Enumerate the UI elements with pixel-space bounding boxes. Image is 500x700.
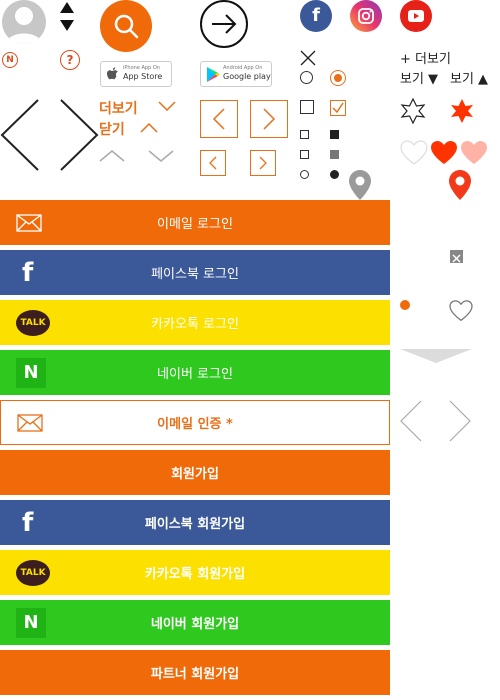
naver-n-icon-2: N xyxy=(16,607,46,638)
checkmark-icon xyxy=(332,102,344,114)
kakao-signup-label: 카카오톡 회원가입 xyxy=(144,567,246,582)
radio-unchecked[interactable] xyxy=(300,71,313,84)
instagram-glyph-icon xyxy=(358,8,374,24)
sort-up-icon[interactable] xyxy=(60,2,74,13)
facebook-signup-label: 페이스북 회원가입 xyxy=(144,517,246,532)
envelope-orange-icon xyxy=(17,413,43,432)
small-radio-checked[interactable] xyxy=(330,170,339,179)
partner-signup-button[interactable]: 파트너 회원가입 xyxy=(0,650,390,695)
kakao-talk-icon-2: TALK xyxy=(16,559,50,586)
app-store-small-text: iPhone App On xyxy=(123,65,160,71)
chevron-left-large-icon[interactable] xyxy=(0,98,40,172)
close-small-icon xyxy=(452,254,461,263)
google-play-icon xyxy=(207,67,220,82)
prev-box-small-button[interactable] xyxy=(200,150,226,176)
signup-button[interactable]: 회원가입 xyxy=(0,450,390,495)
next-button[interactable] xyxy=(200,0,248,48)
email-verify-button[interactable]: 이메일 인증 * xyxy=(0,400,390,445)
partner-signup-label: 파트너 회원가입 xyxy=(150,667,240,682)
chevron-right-large-icon[interactable] xyxy=(59,98,99,172)
more-toggle[interactable]: 더보기 xyxy=(99,98,138,118)
heart-filled-icon[interactable] xyxy=(430,140,458,166)
small-checkbox-checked[interactable] xyxy=(330,130,339,139)
search-button[interactable] xyxy=(100,0,152,52)
dropdown-wedge-icon[interactable] xyxy=(400,349,472,363)
facebook-f-icon-2: f xyxy=(22,507,34,538)
chevron-right-thin-icon[interactable] xyxy=(449,400,471,442)
facebook-login-button[interactable]: f 페이스북 로그인 xyxy=(0,250,390,295)
map-pin-red-icon[interactable] xyxy=(449,170,471,200)
google-play-label: Google play xyxy=(223,72,271,81)
heart-outline-icon[interactable] xyxy=(400,140,428,166)
google-play-small-text: Android App On xyxy=(223,65,263,71)
checkbox-unchecked[interactable] xyxy=(300,100,314,114)
small-checkbox-disabled[interactable] xyxy=(330,150,339,159)
star-outline-icon[interactable] xyxy=(400,98,426,124)
kakao-talk-icon: TALK xyxy=(16,309,50,336)
apple-icon xyxy=(107,67,118,80)
heart-pink-icon[interactable] xyxy=(460,140,488,166)
naver-login-button[interactable]: N 네이버 로그인 xyxy=(0,350,390,395)
chevron-right-icon xyxy=(263,108,276,130)
google-play-button[interactable]: Android App On Google play xyxy=(200,61,272,87)
instagram-icon[interactable] xyxy=(350,0,382,32)
chevron-down-orange-icon[interactable] xyxy=(158,101,176,111)
close-toggle[interactable]: 닫기 xyxy=(99,119,125,139)
small-checkbox-unchecked-2[interactable] xyxy=(300,150,309,159)
kakao-login-label: 카카오톡 로그인 xyxy=(151,317,239,332)
naver-signup-button[interactable]: N 네이버 회원가입 xyxy=(0,600,390,645)
youtube-glyph-icon xyxy=(408,10,424,22)
youtube-icon[interactable] xyxy=(400,0,432,32)
app-store-label: App Store xyxy=(123,72,163,81)
user-icon xyxy=(6,7,42,44)
app-store-button[interactable]: iPhone App On App Store xyxy=(100,61,172,87)
naver-signup-label: 네이버 회원가입 xyxy=(150,617,240,632)
chevron-left-small-icon xyxy=(209,156,217,170)
envelope-icon xyxy=(16,213,42,232)
arrow-right-icon xyxy=(212,14,237,34)
sort-down-icon[interactable] xyxy=(60,20,74,31)
facebook-login-label: 페이스북 로그인 xyxy=(151,267,239,282)
chevron-up-orange-icon[interactable] xyxy=(140,123,158,133)
status-dot-icon xyxy=(400,300,410,310)
chevron-down-grey-icon[interactable] xyxy=(148,150,174,162)
kakao-login-button[interactable]: TALK 카카오톡 로그인 xyxy=(0,300,390,345)
close-icon[interactable] xyxy=(300,50,316,66)
prev-box-button[interactable] xyxy=(200,100,238,138)
signup-label: 회원가입 xyxy=(171,467,219,482)
next-box-small-button[interactable] xyxy=(250,150,276,176)
email-verify-label: 이메일 인증 * xyxy=(157,417,233,432)
facebook-signup-button[interactable]: f 페이스북 회원가입 xyxy=(0,500,390,545)
heart-grey-outline-icon[interactable] xyxy=(449,300,473,322)
facebook-f-icon: f xyxy=(22,257,34,288)
radio-checked[interactable] xyxy=(330,70,346,86)
avatar[interactable] xyxy=(2,0,46,44)
search-icon xyxy=(114,14,139,39)
naver-login-label: 네이버 로그인 xyxy=(157,367,233,382)
checkbox-checked[interactable] xyxy=(330,100,346,116)
next-box-button[interactable] xyxy=(250,100,288,138)
chevron-right-small-icon xyxy=(259,156,267,170)
map-pin-grey-icon[interactable] xyxy=(349,170,371,200)
new-badge: N xyxy=(2,52,18,68)
view-toggle-down[interactable]: 보기 ▼ xyxy=(400,68,438,87)
small-radio-unchecked[interactable] xyxy=(300,170,309,179)
facebook-icon[interactable]: f xyxy=(300,0,332,32)
star-filled-icon[interactable] xyxy=(449,98,475,124)
chevron-left-thin-icon[interactable] xyxy=(400,400,422,442)
chevron-left-icon xyxy=(212,108,225,130)
small-checkbox-unchecked[interactable] xyxy=(300,130,309,139)
email-login-label: 이메일 로그인 xyxy=(157,217,233,232)
email-login-button[interactable]: 이메일 로그인 xyxy=(0,200,390,245)
view-toggle-up[interactable]: 보기 ▲ xyxy=(450,68,488,87)
plus-more-link[interactable]: + 더보기 xyxy=(400,48,451,67)
remove-icon[interactable] xyxy=(450,250,463,263)
radio-dot-icon xyxy=(334,74,342,82)
naver-n-icon: N xyxy=(16,357,46,388)
kakao-signup-button[interactable]: TALK 카카오톡 회원가입 xyxy=(0,550,390,595)
chevron-up-grey-icon[interactable] xyxy=(99,150,125,162)
help-icon[interactable]: ? xyxy=(60,50,80,70)
